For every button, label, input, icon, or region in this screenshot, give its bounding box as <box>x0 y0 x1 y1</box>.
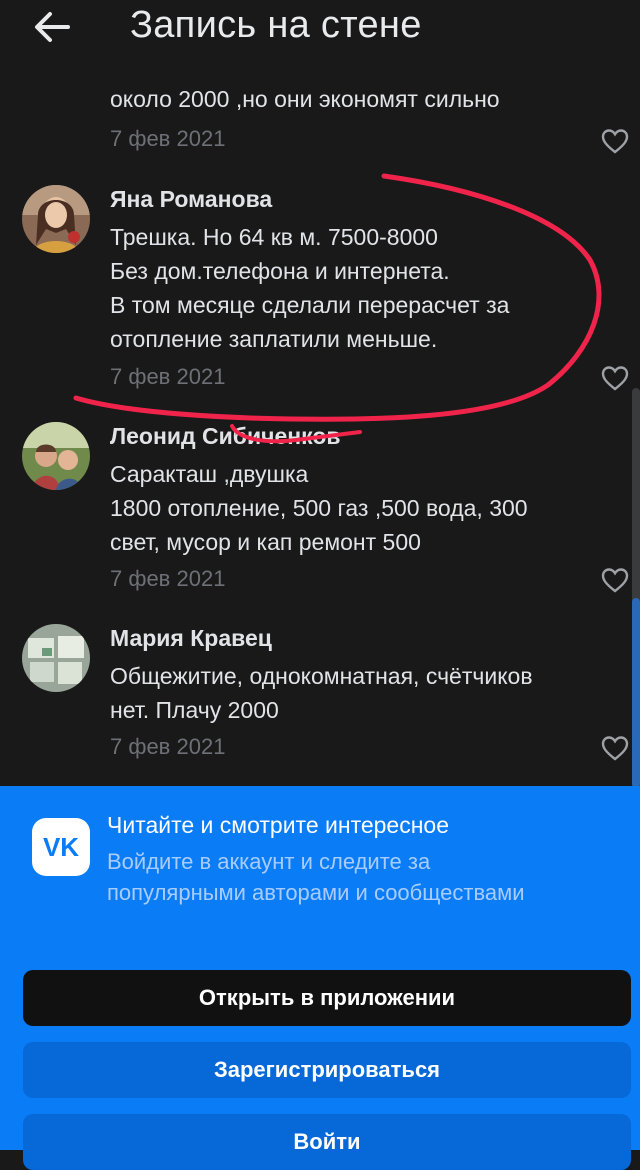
like-heart-icon[interactable] <box>600 566 630 594</box>
arrow-left-icon <box>35 12 70 42</box>
vk-logo-icon: VK <box>32 818 90 876</box>
avatar[interactable] <box>22 422 90 490</box>
comment-line: Саракташ ,двушка <box>110 461 309 487</box>
comment-text: Саракташ ,двушка 1800 отопление, 500 газ… <box>110 457 620 559</box>
comment-date: 7 фев 2021 <box>110 126 226 151</box>
scrollbar-thumb[interactable] <box>632 598 640 788</box>
page-title: Запись на стене <box>130 4 422 46</box>
comment-author[interactable]: Яна Романова <box>110 186 272 213</box>
comment-text: Трешка. Но 64 кв м. 7500-8000 Без дом.те… <box>110 220 620 356</box>
like-heart-icon[interactable] <box>600 364 630 392</box>
comment-author[interactable]: Мария Кравец <box>110 625 272 652</box>
back-button[interactable] <box>28 8 78 48</box>
avatar[interactable] <box>22 624 90 692</box>
comment-date: 7 фев 2021 <box>110 364 226 389</box>
like-heart-icon[interactable] <box>600 734 630 762</box>
comment-line: свет, мусор и кап ремонт 500 <box>110 529 421 555</box>
comment-date: 7 фев 2021 <box>110 734 226 759</box>
scrollbar[interactable] <box>632 388 640 788</box>
register-button[interactable]: Зарегистрироваться <box>23 1042 631 1098</box>
comment-line: нет. Плачу 2000 <box>110 697 279 723</box>
comment-line: 1800 отопление, 500 газ ,500 вода, 300 <box>110 495 528 521</box>
login-button[interactable]: Войти <box>23 1114 631 1170</box>
comment-author[interactable]: Леонид Сибиченков <box>110 423 341 450</box>
comment-text: Общежитие, однокомнатная, счётчиков нет.… <box>110 659 620 727</box>
comment-line: В том месяце сделали перерасчет за <box>110 292 510 318</box>
comment-line: Трешка. Но 64 кв м. 7500-8000 <box>110 224 438 250</box>
open-in-app-button[interactable]: Открыть в приложении <box>23 970 631 1026</box>
comment-text: около 2000 ,но они экономят сильно <box>110 86 500 112</box>
top-bar: Запись на стене <box>0 0 640 62</box>
avatar[interactable] <box>22 185 90 253</box>
svg-text:VK: VK <box>43 832 79 862</box>
like-heart-icon[interactable] <box>600 127 630 155</box>
promo-subtitle: Войдите в аккаунт и следите за популярны… <box>107 849 525 905</box>
comment-line: отопление заплатили меньше. <box>110 326 438 352</box>
comment-line: Общежитие, однокомнатная, счётчиков <box>110 663 533 689</box>
comment-line: Без дом.телефона и интернета. <box>110 258 450 284</box>
comment-date: 7 фев 2021 <box>110 566 226 591</box>
promo-title: Читайте и смотрите интересное <box>107 812 450 838</box>
